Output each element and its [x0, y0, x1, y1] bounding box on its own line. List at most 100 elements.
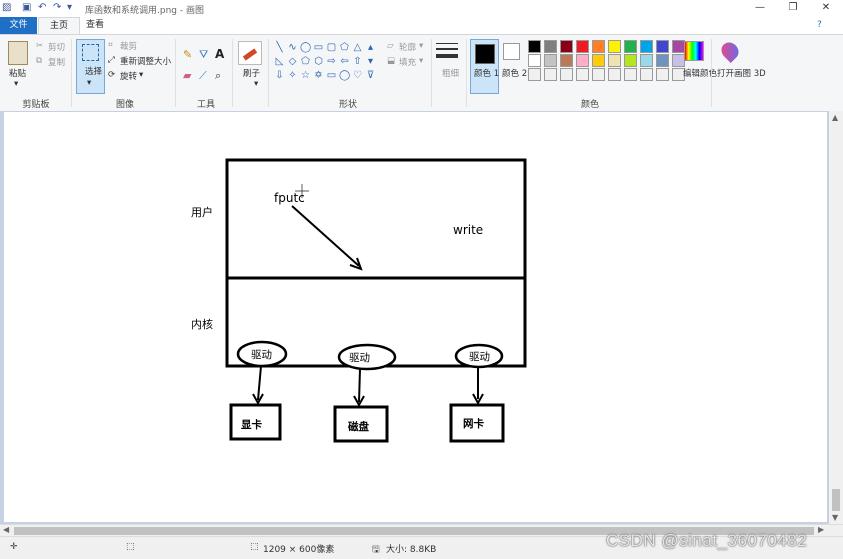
custom-color-slot[interactable] [544, 68, 557, 81]
oval-shape-icon[interactable]: ◯ [300, 42, 311, 53]
maximize-button[interactable]: ❐ [783, 2, 803, 13]
callout-oval-shape-icon[interactable]: ◯ [339, 70, 350, 81]
color2-button[interactable]: 颜色 2 [502, 67, 527, 79]
palette-color-swatch[interactable] [528, 40, 541, 53]
brushes-dropdown-icon[interactable]: ▾ [254, 79, 258, 89]
right-triangle-shape-icon[interactable]: ◺ [274, 56, 285, 67]
copy-button[interactable]: 复制 [48, 56, 65, 68]
shapes-expand-icon[interactable]: ⊽ [365, 70, 376, 81]
custom-color-slot[interactable] [592, 68, 605, 81]
palette-color-swatch[interactable] [544, 54, 557, 67]
rectangle-shape-icon[interactable]: ▭ [313, 42, 324, 53]
palette-color-swatch[interactable] [640, 54, 653, 67]
custom-color-slot[interactable] [624, 68, 637, 81]
brushes-button[interactable]: 刷子 [243, 67, 260, 79]
custom-color-slot[interactable] [528, 68, 541, 81]
close-button[interactable]: ✕ [816, 2, 836, 13]
left-arrow-shape-icon[interactable]: ⇦ [339, 56, 350, 67]
crop-button[interactable]: 裁剪 [120, 40, 137, 52]
palette-color-swatch[interactable] [592, 40, 605, 53]
polygon-shape-icon[interactable]: ⬠ [339, 42, 350, 53]
custom-color-slot[interactable] [576, 68, 589, 81]
magnifier-icon[interactable]: ⌕ [215, 69, 221, 83]
color2-swatch[interactable] [503, 43, 520, 60]
color1-button[interactable]: 颜色 1 [470, 39, 499, 94]
five-point-star-shape-icon[interactable]: ☆ [300, 70, 311, 81]
scroll-down-icon[interactable]: ▼ [832, 513, 838, 522]
help-icon[interactable]: ? [817, 20, 822, 30]
customize-toolbar-icon[interactable]: ▾ [67, 2, 72, 13]
scroll-up-icon[interactable]: ▲ [832, 113, 838, 122]
custom-color-slot[interactable] [640, 68, 653, 81]
rounded-rectangle-shape-icon[interactable]: ▢ [326, 42, 337, 53]
palette-color-swatch[interactable] [640, 40, 653, 53]
undo-icon[interactable]: ↶ [38, 2, 46, 13]
diamond-shape-icon[interactable]: ◇ [287, 56, 298, 67]
rotate-button[interactable]: 旋转 [120, 70, 137, 82]
fill-dropdown-icon[interactable]: ▾ [419, 56, 423, 66]
palette-color-swatch[interactable] [592, 54, 605, 67]
palette-color-swatch[interactable] [656, 54, 669, 67]
paint3d-icon[interactable] [717, 38, 743, 64]
callout-rounded-shape-icon[interactable]: ▭ [326, 70, 337, 81]
palette-color-swatch[interactable] [560, 54, 573, 67]
outline-button[interactable]: 轮廓 [399, 41, 416, 53]
palette-color-swatch[interactable] [576, 40, 589, 53]
triangle-shape-icon[interactable]: △ [352, 42, 363, 53]
scroll-left-icon[interactable]: ◀ [3, 525, 9, 534]
rotate-dropdown-icon[interactable]: ▾ [139, 70, 143, 80]
line-width-icon[interactable] [436, 41, 458, 63]
tab-home[interactable]: 主页 [38, 17, 80, 34]
six-point-star-shape-icon[interactable]: ✡ [313, 70, 324, 81]
tab-file[interactable]: 文件 [0, 17, 37, 34]
line-shape-icon[interactable]: ╲ [274, 42, 285, 53]
palette-color-swatch[interactable] [624, 40, 637, 53]
custom-color-slot[interactable] [560, 68, 573, 81]
drawing-canvas[interactable]: 用户 内核 fputc write 驱动 驱动 驱动 显卡 磁盘 网卡 [4, 112, 827, 522]
size-button[interactable]: 粗细 [442, 67, 459, 79]
cut-button[interactable]: 剪切 [48, 41, 65, 53]
shapes-scroll-up-icon[interactable]: ▴ [365, 42, 376, 53]
vertical-scrollbar[interactable]: ▲ ▼ [829, 111, 843, 524]
open-paint3d-button[interactable]: 打开画图 3D [717, 67, 766, 79]
up-arrow-shape-icon[interactable]: ⇧ [352, 56, 363, 67]
palette-color-swatch[interactable] [528, 54, 541, 67]
hexagon-shape-icon[interactable]: ⬡ [313, 56, 324, 67]
four-point-star-shape-icon[interactable]: ✧ [287, 70, 298, 81]
pentagon-shape-icon[interactable]: ⬠ [300, 56, 311, 67]
palette-color-swatch[interactable] [608, 54, 621, 67]
palette-color-swatch[interactable] [608, 40, 621, 53]
curve-shape-icon[interactable]: ∿ [287, 42, 298, 53]
text-tool-icon[interactable]: A [215, 47, 224, 61]
eraser-icon[interactable]: ▰ [183, 69, 191, 82]
palette-color-swatch[interactable] [576, 54, 589, 67]
edit-colors-icon[interactable] [684, 41, 704, 61]
down-arrow-shape-icon[interactable]: ⇩ [274, 70, 285, 81]
custom-color-slot[interactable] [608, 68, 621, 81]
scroll-right-icon[interactable]: ▶ [818, 525, 824, 534]
palette-color-swatch[interactable] [560, 40, 573, 53]
redo-icon[interactable]: ↷ [53, 2, 61, 13]
brush-icon[interactable] [238, 41, 262, 65]
paste-dropdown-icon[interactable]: ▾ [14, 79, 18, 89]
resize-button[interactable]: 重新调整大小 [120, 55, 171, 67]
shapes-scroll-down-icon[interactable]: ▾ [365, 56, 376, 67]
minimize-button[interactable]: — [750, 2, 770, 13]
palette-color-swatch[interactable] [544, 40, 557, 53]
palette-color-swatch[interactable] [656, 40, 669, 53]
color-picker-icon[interactable]: ⟋ [199, 69, 207, 83]
select-button[interactable]: 选择 ▾ [76, 39, 105, 94]
heart-shape-icon[interactable]: ♡ [352, 70, 363, 81]
fill-bucket-icon[interactable]: ⛛ [199, 48, 208, 62]
right-arrow-shape-icon[interactable]: ⇨ [326, 56, 337, 67]
tab-view[interactable]: 查看 [80, 17, 110, 34]
clipboard-icon[interactable] [8, 41, 28, 65]
vertical-scroll-thumb[interactable] [832, 489, 840, 511]
paste-button[interactable]: 粘贴 [9, 67, 26, 79]
shapes-gallery[interactable]: ╲ ∿ ◯ ▭ ▢ ⬠ △ ▴ ◺ ◇ ⬠ ⬡ ⇨ ⇦ ⇧ ▾ ⇩ ✧ ☆ ✡ … [272, 41, 382, 83]
fill-button[interactable]: 填充 [399, 56, 416, 68]
save-icon[interactable]: ▣ [22, 2, 31, 13]
pencil-icon[interactable]: ✎ [183, 48, 192, 61]
outline-dropdown-icon[interactable]: ▾ [419, 41, 423, 51]
palette-color-swatch[interactable] [624, 54, 637, 67]
